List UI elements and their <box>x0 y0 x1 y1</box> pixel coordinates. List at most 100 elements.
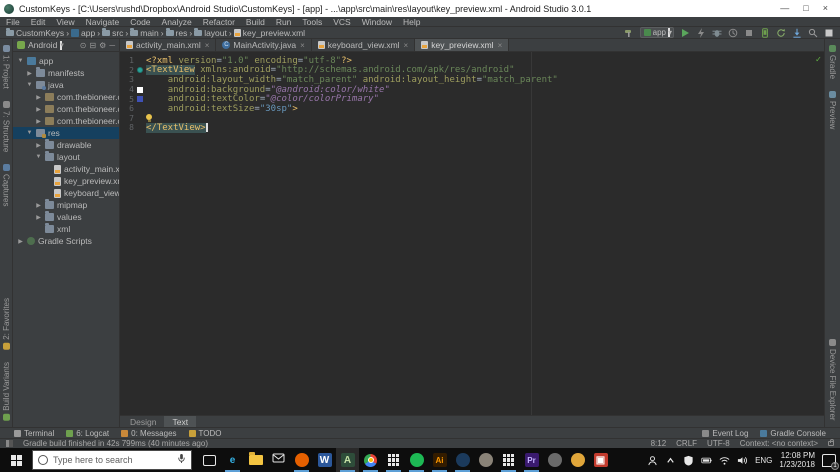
toolwindow-button-gradle-console[interactable]: Gradle Console <box>760 429 826 438</box>
menu-vcs[interactable]: VCS <box>333 17 350 27</box>
code-editor[interactable]: ✓ 1 <?xml version="1.0" encoding="utf-8"?… <box>120 52 824 415</box>
tree-collapsed-arrow-icon[interactable]: ▶ <box>35 94 42 101</box>
settings-square-icon[interactable] <box>823 27 834 38</box>
readonly-lock-icon[interactable] <box>828 439 834 446</box>
tree-item-app[interactable]: ▼ app <box>13 55 119 67</box>
taskbar-app-steam[interactable] <box>451 448 474 472</box>
tree-item-activity_main-xml[interactable]: activity_main.xml <box>13 163 119 175</box>
color-swatch-blue[interactable] <box>134 96 146 103</box>
microphone-icon[interactable] <box>177 451 186 469</box>
breadcrumb-main[interactable]: main <box>130 27 159 38</box>
chevron-down-icon[interactable]: ▾ <box>60 40 64 50</box>
run-configuration-selector[interactable]: app ▾ <box>639 27 674 38</box>
taskbar-app-premiere[interactable]: Pr <box>520 448 543 472</box>
tree-expanded-arrow-icon[interactable]: ▼ <box>26 82 33 88</box>
profiler-icon[interactable] <box>727 27 738 38</box>
maximize-button[interactable]: □ <box>803 4 808 13</box>
close-tab-icon[interactable]: × <box>205 41 210 50</box>
menu-code[interactable]: Code <box>130 17 150 27</box>
sync-gradle-icon[interactable] <box>775 27 786 38</box>
wifi-icon[interactable] <box>719 455 730 466</box>
breadcrumb-customkeys[interactable]: CustomKeys <box>6 27 64 38</box>
editor-tab-mainactivity-java[interactable]: C MainActivity.java × <box>216 39 312 51</box>
editor-mode-tab-text[interactable]: Text <box>164 416 197 427</box>
tree-item-java[interactable]: ▼ java <box>13 79 119 91</box>
tool-button-gradle[interactable]: Gradle <box>828 39 837 85</box>
clock[interactable]: 12:08 PM 1/23/2018 <box>779 451 815 469</box>
close-tab-icon[interactable]: × <box>404 41 409 50</box>
taskbar-app-word[interactable]: W <box>313 448 336 472</box>
tool-button-7-structure[interactable]: 7: Structure <box>2 95 11 158</box>
debug-icon[interactable] <box>711 27 722 38</box>
taskbar-app-calculator[interactable] <box>497 448 520 472</box>
breadcrumb-layout[interactable]: layout <box>194 27 227 38</box>
menu-file[interactable]: File <box>6 17 20 27</box>
toolwindow-switcher-icon[interactable] <box>6 440 13 447</box>
sdk-manager-icon[interactable] <box>791 27 802 38</box>
taskbar-app-android-studio[interactable]: A <box>336 448 359 472</box>
inspection-ok-icon[interactable]: ✓ <box>816 55 821 65</box>
line-ending-indicator[interactable]: CRLF <box>676 439 697 448</box>
tree-collapsed-arrow-icon[interactable]: ▶ <box>35 142 42 149</box>
taskbar-app-chrome[interactable] <box>359 448 382 472</box>
breadcrumb-src[interactable]: src <box>102 27 123 38</box>
taskbar-app-mail[interactable] <box>267 448 290 472</box>
apply-changes-icon[interactable] <box>695 27 706 38</box>
toolwindow-button-6-logcat[interactable]: 6: Logcat <box>66 429 109 438</box>
tool-button-device-file-explorer[interactable]: Device File Explorer <box>828 333 837 427</box>
language-indicator[interactable]: ENG <box>755 456 772 465</box>
menu-navigate[interactable]: Navigate <box>86 17 120 27</box>
battery-icon[interactable] <box>701 455 712 466</box>
tool-button-preview[interactable]: Preview <box>828 85 837 135</box>
class-gutter-icon[interactable] <box>134 67 146 74</box>
editor-tab-activity_main-xml[interactable]: activity_main.xml × <box>120 39 217 51</box>
collapse-all-icon[interactable]: ⊟ <box>89 41 96 50</box>
tree-item-mipmap[interactable]: ▶ mipmap <box>13 199 119 211</box>
tree-collapsed-arrow-icon[interactable]: ▶ <box>35 202 42 209</box>
build-hammer-icon[interactable] <box>624 27 635 38</box>
tree-item-manifests[interactable]: ▶ manifests <box>13 67 119 79</box>
tree-item-layout[interactable]: ▼ layout <box>13 151 119 163</box>
project-view-selector[interactable]: Android <box>28 40 57 50</box>
taskbar-app-spotify[interactable] <box>405 448 428 472</box>
taskbar-app-illustrator[interactable]: Ai <box>428 448 451 472</box>
toolwindow-button-terminal[interactable]: Terminal <box>14 429 54 438</box>
breadcrumb-key_preview-xml[interactable]: key_preview.xml <box>233 28 305 38</box>
toolwindow-button-todo[interactable]: TODO <box>188 429 221 438</box>
close-tab-icon[interactable]: × <box>498 41 503 50</box>
editor-tab-key_preview-xml[interactable]: key_preview.xml × <box>415 39 510 51</box>
tree-expanded-arrow-icon[interactable]: ▼ <box>35 154 42 160</box>
tree-item-com-thebioneer-customkeys[interactable]: ▶ com.thebioneer.customkeys <box>13 91 119 103</box>
tree-collapsed-arrow-icon[interactable]: ▶ <box>17 238 24 245</box>
menu-help[interactable]: Help <box>403 17 420 27</box>
breadcrumb-app[interactable]: app <box>71 28 95 38</box>
tree-item-res[interactable]: ▼ res <box>13 127 119 139</box>
tree-item-com-thebioneer-customkeys[interactable]: ▶ com.thebioneer.customkeys <box>13 103 119 115</box>
taskbar-app-gimp[interactable] <box>474 448 497 472</box>
settings-gear-icon[interactable]: ⚙ <box>99 41 106 50</box>
defender-shield-icon[interactable] <box>683 455 694 466</box>
menu-build[interactable]: Build <box>246 17 265 27</box>
menu-analyze[interactable]: Analyze <box>162 17 192 27</box>
taskbar-app-file-explorer[interactable] <box>244 448 267 472</box>
encoding-indicator[interactable]: UTF-8 <box>707 439 730 448</box>
tray-expand-chevron-icon[interactable] <box>665 455 676 466</box>
menu-tools[interactable]: Tools <box>302 17 322 27</box>
tree-collapsed-arrow-icon[interactable]: ▶ <box>35 106 42 113</box>
tree-expanded-arrow-icon[interactable]: ▼ <box>17 58 24 64</box>
taskbar-app-edge[interactable]: e <box>221 448 244 472</box>
menu-run[interactable]: Run <box>276 17 292 27</box>
context-indicator[interactable]: Context: <no context> <box>740 439 818 448</box>
taskbar-app-task-view[interactable] <box>198 448 221 472</box>
menu-view[interactable]: View <box>56 17 74 27</box>
people-icon[interactable] <box>647 455 658 466</box>
search-everywhere-icon[interactable] <box>807 27 818 38</box>
caret-position[interactable]: 8:12 <box>651 439 667 448</box>
locate-icon[interactable]: ⊙ <box>80 41 87 50</box>
taskbar-app-app-red[interactable]: ▣ <box>589 448 612 472</box>
menu-window[interactable]: Window <box>362 17 392 27</box>
minimize-button[interactable]: — <box>780 4 789 13</box>
tool-button-build-variants[interactable]: Build Variants <box>2 356 11 427</box>
toolwindow-button-event-log[interactable]: Event Log <box>702 429 748 438</box>
intention-bulb-icon[interactable] <box>146 114 152 123</box>
